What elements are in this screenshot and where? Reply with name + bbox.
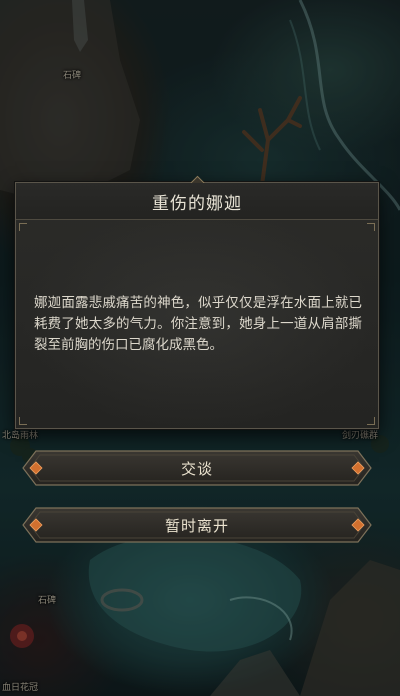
- leave-button-label: 暂时离开: [164, 516, 229, 535]
- corner-ornament-icon: [19, 417, 27, 425]
- event-dialog: 重伤的娜迦 娜迦面露悲戚痛苦的神色，似乎仅仅是浮在水面上就已耗费了她太多的气力。…: [15, 175, 379, 429]
- dialog-header: 重伤的娜迦: [16, 183, 378, 220]
- corner-ornament-icon: [367, 223, 375, 231]
- dialog-title: 重伤的娜迦: [152, 193, 242, 214]
- talk-button[interactable]: 交谈: [22, 450, 372, 486]
- leave-button[interactable]: 暂时离开: [22, 507, 372, 543]
- corner-ornament-icon: [367, 417, 375, 425]
- game-screen: 石碑 北岛雨林 剑刃礁群 石碑 血日花冠 重伤的娜迦 娜迦面露悲戚痛苦的神色，似…: [0, 0, 400, 696]
- talk-button-label: 交谈: [180, 459, 213, 478]
- corner-ornament-icon: [19, 223, 27, 231]
- dialog-body-text: 娜迦面露悲戚痛苦的神色，似乎仅仅是浮在水面上就已耗费了她太多的气力。你注意到，她…: [34, 295, 362, 353]
